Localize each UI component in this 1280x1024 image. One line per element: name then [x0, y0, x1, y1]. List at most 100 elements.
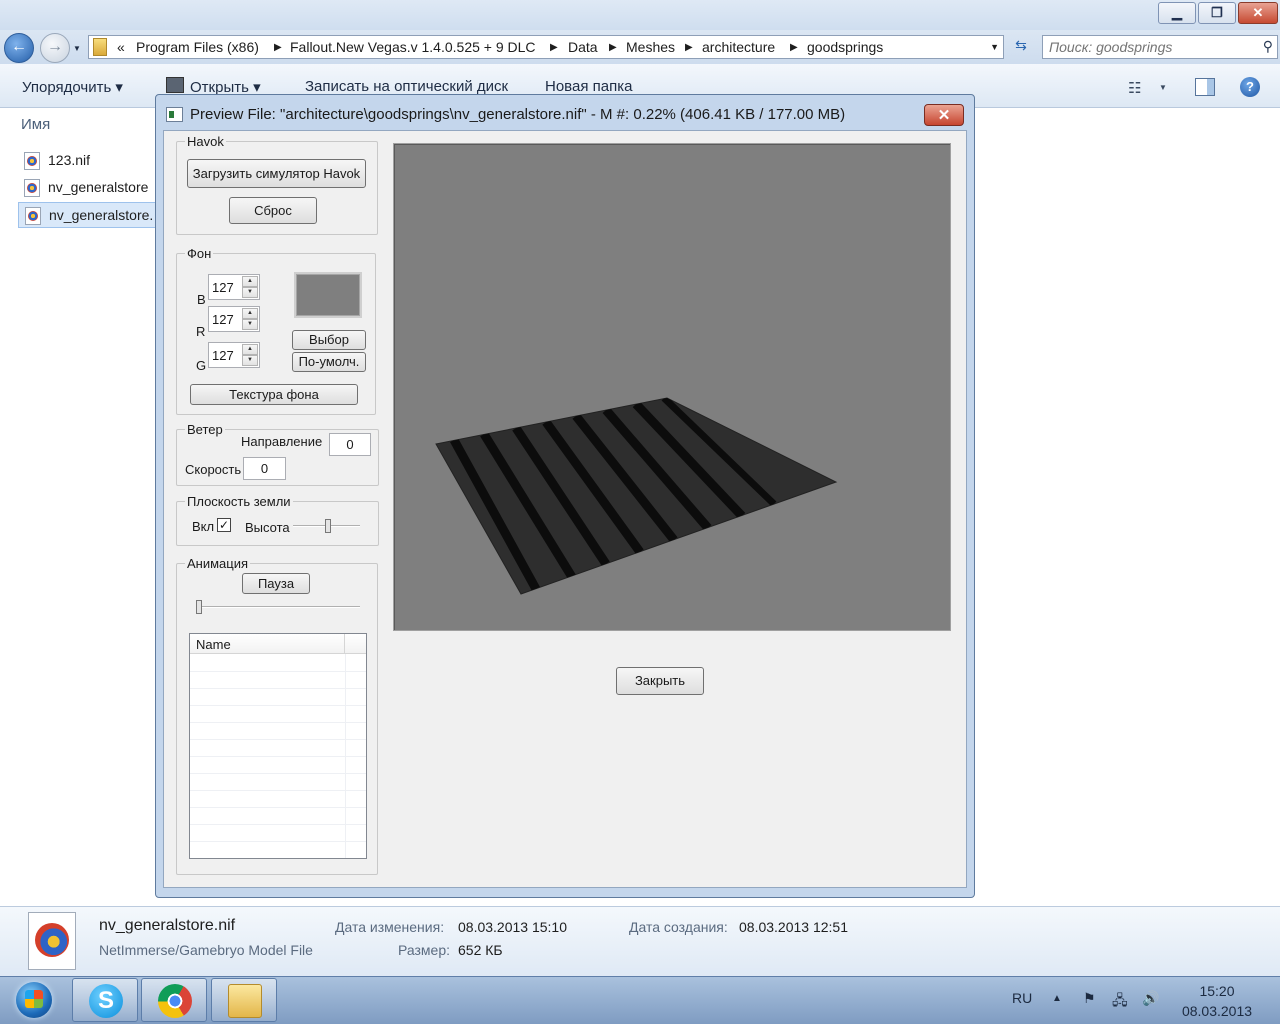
- close-dialog-button[interactable]: Закрыть: [616, 667, 704, 695]
- b-channel-input[interactable]: [212, 278, 242, 296]
- breadcrumb-separator-icon[interactable]: ▶: [790, 42, 798, 53]
- breadcrumb-program-files[interactable]: Program Files (x86): [136, 39, 259, 55]
- preview-pane-icon[interactable]: [1195, 78, 1215, 96]
- g-channel-input[interactable]: [212, 346, 242, 364]
- details-modified-label: Дата изменения:: [335, 919, 445, 935]
- view-options-icon[interactable]: ☷: [1128, 79, 1141, 97]
- file-item[interactable]: 123.nif: [18, 148, 158, 174]
- back-button[interactable]: ←: [4, 33, 34, 63]
- folder-icon: [93, 38, 107, 56]
- details-file-name: nv_generalstore.nif: [99, 917, 236, 934]
- r-channel-label: R: [196, 324, 206, 339]
- network-icon[interactable]: 🖧: [1112, 990, 1128, 1014]
- view-dropdown-icon[interactable]: ▼: [1159, 83, 1167, 92]
- file-item-selected[interactable]: nv_generalstore.: [18, 202, 158, 228]
- g-channel-spinner[interactable]: ▲ ▼: [208, 342, 260, 368]
- background-group-label: Фон: [185, 246, 214, 261]
- nif-file-large-icon: [28, 912, 76, 970]
- spin-up-icon[interactable]: ▲: [242, 344, 258, 355]
- breadcrumb-data[interactable]: Data: [568, 39, 598, 55]
- spin-down-icon[interactable]: ▼: [242, 319, 258, 330]
- details-created-value: 08.03.2013 12:51: [739, 919, 848, 935]
- help-icon[interactable]: ?: [1240, 77, 1260, 97]
- ground-height-label: Высота: [245, 520, 290, 535]
- forward-button[interactable]: →: [40, 33, 70, 63]
- b-channel-spinner[interactable]: ▲ ▼: [208, 274, 260, 300]
- breadcrumb-separator-icon[interactable]: ▶: [274, 42, 282, 53]
- column-header-name[interactable]: Имя: [21, 116, 50, 133]
- havok-group-label: Havok: [185, 134, 226, 149]
- refresh-icon: ⇆: [1015, 37, 1027, 53]
- ground-height-slider-thumb[interactable]: [325, 519, 331, 533]
- taskbar-explorer[interactable]: [211, 978, 277, 1022]
- wind-direction-field[interactable]: [329, 433, 371, 456]
- animation-list-header[interactable]: Name: [190, 634, 366, 654]
- breadcrumb-meshes[interactable]: Meshes: [626, 39, 675, 55]
- animation-list[interactable]: Name: [189, 633, 367, 859]
- breadcrumb-fallout[interactable]: Fallout.New Vegas.v 1.4.0.525 + 9 DLC: [290, 39, 536, 55]
- dialog-title: Preview File: "architecture\goodsprings\…: [190, 106, 846, 123]
- start-button[interactable]: [8, 980, 60, 1020]
- history-dropdown-icon[interactable]: ▼: [73, 44, 81, 53]
- ground-on-checkbox[interactable]: ✓: [217, 518, 231, 532]
- load-havok-button[interactable]: Загрузить симулятор Havok: [187, 159, 366, 188]
- taskbar-chrome[interactable]: [141, 978, 207, 1022]
- pause-button[interactable]: Пауза: [242, 573, 310, 594]
- wind-direction-label: Направление: [241, 434, 323, 449]
- clock-date[interactable]: 08.03.2013: [1176, 1003, 1258, 1019]
- r-channel-spinner[interactable]: ▲ ▼: [208, 306, 260, 332]
- animation-timeline-thumb[interactable]: [196, 600, 202, 614]
- breadcrumb-overflow[interactable]: «: [117, 39, 125, 55]
- address-bar[interactable]: « Program Files (x86) ▶ Fallout.New Vega…: [88, 35, 1004, 59]
- breadcrumb-separator-icon[interactable]: ▶: [685, 42, 693, 53]
- clock-time[interactable]: 15:20: [1176, 983, 1258, 999]
- back-arrow-icon: ←: [11, 38, 27, 55]
- minimize-button[interactable]: ▁: [1158, 2, 1196, 24]
- spin-up-icon[interactable]: ▲: [242, 276, 258, 287]
- breadcrumb-separator-icon[interactable]: ▶: [609, 42, 617, 53]
- breadcrumb-architecture[interactable]: architecture: [702, 39, 775, 55]
- show-hidden-icons-icon[interactable]: ▲: [1052, 993, 1062, 1004]
- model-viewport[interactable]: [393, 143, 951, 631]
- breadcrumb-separator-icon[interactable]: ▶: [550, 42, 558, 53]
- dialog-close-button[interactable]: ✕: [924, 104, 964, 126]
- language-indicator[interactable]: RU: [1012, 990, 1032, 1006]
- animation-timeline-slider[interactable]: [197, 606, 360, 608]
- background-texture-button[interactable]: Текстура фона: [190, 384, 358, 405]
- action-center-flag-icon[interactable]: ⚑: [1083, 990, 1096, 1007]
- wind-direction-input[interactable]: [330, 434, 370, 455]
- dialog-app-icon: [166, 107, 183, 122]
- volume-icon[interactable]: 🔊: [1142, 990, 1159, 1007]
- default-color-button[interactable]: По-умолч.: [292, 352, 366, 372]
- organize-menu[interactable]: Упорядочить ▾: [22, 78, 123, 96]
- ground-plane-group-label: Плоскость земли: [185, 494, 293, 509]
- taskbar-skype[interactable]: S: [72, 978, 138, 1022]
- maximize-button[interactable]: ❐: [1198, 2, 1236, 24]
- choose-color-button[interactable]: Выбор: [292, 330, 366, 350]
- file-item[interactable]: nv_generalstore: [18, 175, 158, 201]
- details-modified-value: 08.03.2013 15:10: [458, 919, 567, 935]
- close-button[interactable]: ✕: [1238, 2, 1278, 24]
- wind-speed-field[interactable]: [243, 457, 286, 480]
- refresh-button[interactable]: ⇆: [1008, 37, 1034, 57]
- explorer-caption-bar: ▁ ❐ ✕: [0, 0, 1280, 30]
- reset-button[interactable]: Сброс: [229, 197, 317, 224]
- burn-disc-button[interactable]: Записать на оптический диск: [305, 78, 508, 95]
- breadcrumb-goodsprings[interactable]: goodsprings: [807, 39, 883, 55]
- spin-down-icon[interactable]: ▼: [242, 287, 258, 298]
- search-icon[interactable]: ⚲: [1263, 38, 1273, 55]
- spin-up-icon[interactable]: ▲: [242, 308, 258, 319]
- spin-down-icon[interactable]: ▼: [242, 355, 258, 366]
- search-input[interactable]: [1049, 38, 1249, 56]
- animation-group-label: Анимация: [185, 556, 251, 571]
- r-channel-input[interactable]: [212, 310, 242, 328]
- close-icon: ✕: [937, 107, 951, 124]
- details-size-label: Размер:: [398, 942, 451, 958]
- column-header-name[interactable]: Name: [196, 637, 231, 652]
- search-box[interactable]: ⚲: [1042, 35, 1278, 59]
- new-folder-button[interactable]: Новая папка: [545, 78, 632, 95]
- file-name: nv_generalstore.: [49, 207, 154, 223]
- wind-speed-input[interactable]: [244, 458, 285, 479]
- file-name: nv_generalstore: [48, 179, 149, 195]
- address-dropdown-icon[interactable]: ▼: [990, 42, 999, 52]
